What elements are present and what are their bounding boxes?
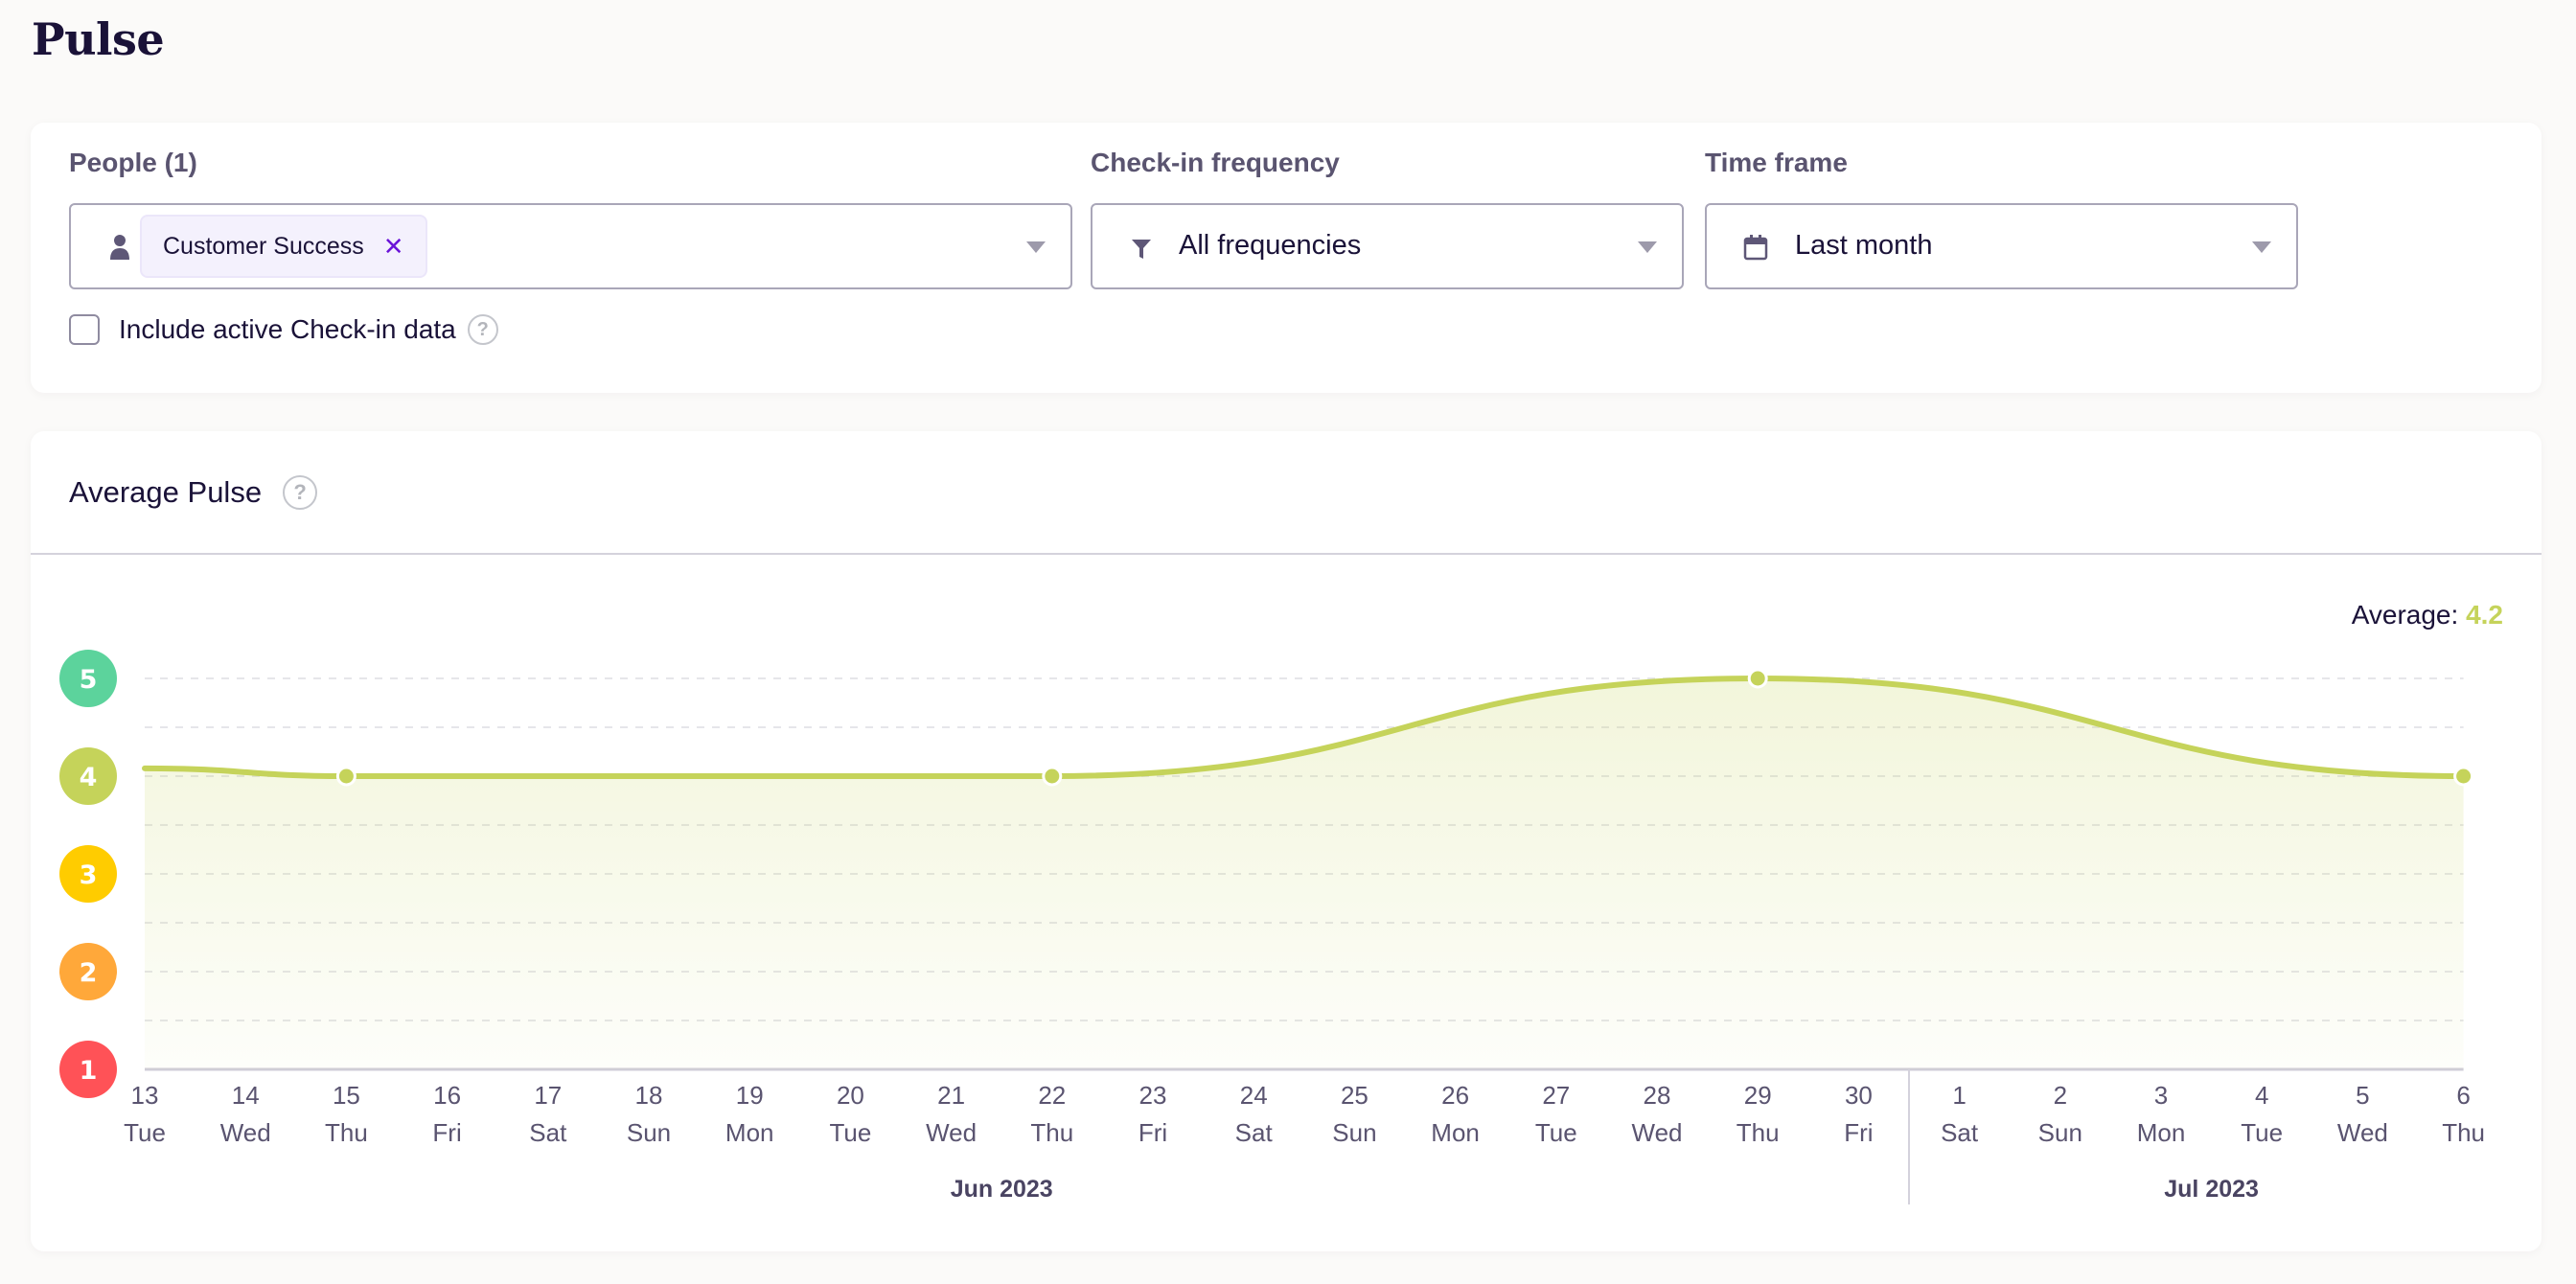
pulse-chart: 1234513Tue14Wed15Thu16Fri17Sat18Sun19Mon… [59,650,2485,1204]
x-tick-day: 16 [433,1081,461,1110]
x-tick-weekday: Sun [627,1118,671,1147]
x-tick-day: 2 [2054,1081,2067,1110]
x-tick-weekday: Fri [1138,1118,1167,1147]
timeframe-select[interactable]: Last month [1705,203,2298,289]
x-tick-weekday: Fri [432,1118,461,1147]
x-tick-day: 29 [1744,1081,1772,1110]
average-pulse-card: Average Pulse ? Average: 4.2 1 2 3 4 5 13 Tue 1… [31,431,2542,1251]
data-point [335,766,356,787]
x-tick-weekday: Sat [1941,1118,1979,1147]
x-tick-weekday: Thu [325,1118,368,1147]
x-tick-day: 21 [937,1081,965,1110]
people-select[interactable]: Customer Success ✕ [69,203,1072,289]
chevron-down-icon [1638,241,1657,253]
x-tick-day: 5 [2356,1081,2369,1110]
filter-icon [1132,240,1151,259]
x-tick-day: 26 [1441,1081,1469,1110]
x-tick-weekday: Mon [1431,1118,1480,1147]
series-area [145,678,2464,1069]
x-tick-day: 14 [232,1081,260,1110]
x-tick-weekday: Mon [2137,1118,2186,1147]
x-tick-day: 24 [1240,1081,1268,1110]
month-label: Jul 2023 [2164,1176,2259,1203]
x-tick-weekday: Tue [2241,1118,2283,1147]
data-point [1042,766,1063,787]
frequency-value: All frequencies [1179,230,1362,261]
include-active-row[interactable]: Include active Check-in data ? [69,314,498,345]
frequency-select[interactable]: All frequencies [1091,203,1684,289]
x-tick-day: 23 [1139,1081,1167,1110]
x-tick-weekday: Sat [529,1118,567,1147]
x-tick-day: 13 [131,1081,159,1110]
people-label: People (1) [69,148,197,177]
x-tick-weekday: Thu [2442,1118,2485,1147]
x-tick-weekday: Wed [220,1118,271,1147]
x-tick-weekday: Thu [1736,1118,1780,1147]
x-tick-weekday: Sun [1332,1118,1376,1147]
calendar-icon [1743,235,1768,261]
x-tick-weekday: Wed [2337,1118,2388,1147]
x-tick-weekday: Sun [2038,1118,2082,1147]
x-tick-day: 19 [736,1081,764,1110]
x-tick-weekday: Sat [1235,1118,1274,1147]
level-4-label: 4 [80,763,98,792]
x-tick-day: 3 [2154,1081,2168,1110]
x-tick-weekday: Tue [829,1118,871,1147]
x-tick-day: 25 [1341,1081,1368,1110]
x-tick-weekday: Thu [1030,1118,1073,1147]
frequency-label: Check-in frequency [1091,148,1340,177]
x-tick-weekday: Wed [1632,1118,1683,1147]
x-tick-day: 17 [534,1081,562,1110]
x-tick-weekday: Wed [926,1118,977,1147]
chevron-down-icon [2252,241,2271,253]
level-1-label: 1 [80,1056,98,1086]
level-5-label: 5 [80,665,98,695]
people-chip: Customer Success ✕ [140,215,427,278]
x-tick-day: 6 [2456,1081,2470,1110]
x-tick-day: 30 [1845,1081,1873,1110]
x-tick-weekday: Fri [1844,1118,1873,1147]
x-tick-weekday: Tue [1535,1118,1577,1147]
x-tick-day: 27 [1542,1081,1570,1110]
timeframe-label: Time frame [1705,148,1848,177]
include-active-checkbox[interactable] [69,314,100,345]
help-icon[interactable]: ? [467,314,498,345]
x-tick-day: 20 [837,1081,864,1110]
x-tick-weekday: Mon [725,1118,774,1147]
level-3-label: 3 [80,860,98,890]
filters-card: People (1) Customer Success ✕ Check-in f… [31,123,2542,393]
x-tick-day: 15 [333,1081,360,1110]
level-2-label: 2 [80,958,98,988]
person-icon [110,235,129,260]
include-active-label: Include active Check-in data [119,314,456,344]
chevron-down-icon [1026,241,1046,253]
page-title: Pulse [32,13,165,65]
close-icon[interactable]: ✕ [383,232,404,262]
x-tick-day: 4 [2255,1081,2268,1110]
x-tick-day: 28 [1644,1081,1671,1110]
x-tick-day: 1 [1952,1081,1966,1110]
data-point [2453,766,2474,787]
x-tick-weekday: Tue [124,1118,166,1147]
x-tick-day: 22 [1038,1081,1066,1110]
data-point [1747,668,1768,689]
timeframe-value: Last month [1795,230,1933,261]
x-tick-day: 18 [635,1081,663,1110]
month-label: Jun 2023 [951,1176,1053,1203]
chip-label: Customer Success [163,232,364,260]
